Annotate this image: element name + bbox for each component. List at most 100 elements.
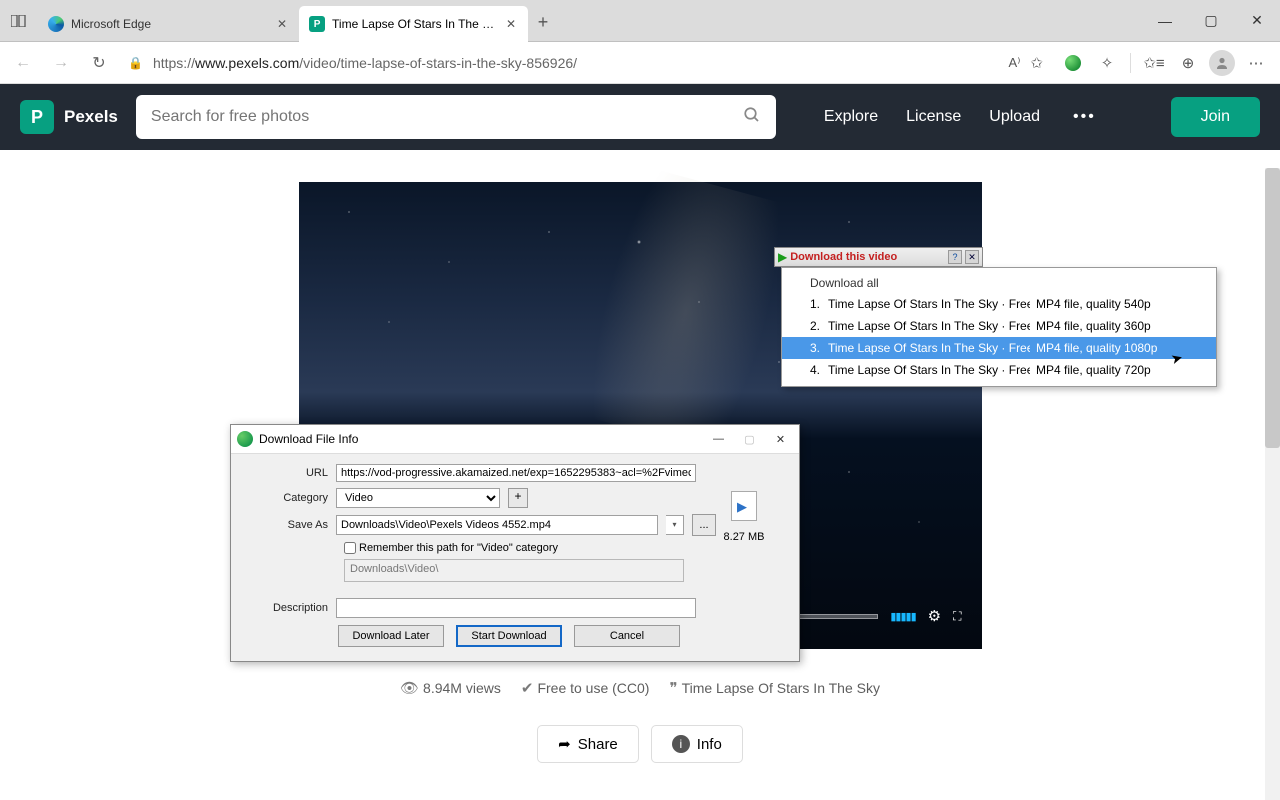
favorites-star-icon[interactable]: ✩	[1030, 54, 1043, 72]
remember-path-label: Remember this path for "Video" category	[359, 542, 558, 554]
tab-close-button[interactable]: ✕	[275, 17, 289, 31]
toolbar-right: ✧ ✩≡ ⊕ ⋯	[1057, 48, 1272, 78]
save-as-input[interactable]	[336, 515, 658, 535]
idm-close-button[interactable]: ✕	[965, 250, 979, 264]
file-preview: 8.27 MB	[717, 491, 771, 543]
idm-app-icon	[237, 431, 253, 447]
join-button[interactable]: Join	[1171, 97, 1260, 137]
dialog-titlebar[interactable]: Download File Info — ▢ ✕	[231, 425, 799, 454]
overflow-menu-button[interactable]: ⋯	[1240, 48, 1272, 78]
quote-icon: ❞	[669, 680, 677, 697]
action-buttons: ➦Share iInfo	[537, 725, 743, 763]
browser-tab-edge[interactable]: Microsoft Edge ✕	[38, 6, 299, 42]
address-bar[interactable]: 🔒 https://www.pexels.com/video/time-laps…	[122, 48, 1049, 78]
scroll-thumb[interactable]	[1265, 168, 1280, 448]
header-nav: Explore License Upload	[824, 108, 1040, 126]
url-label: URL	[243, 467, 328, 479]
url-text: https://www.pexels.com/video/time-lapse-…	[153, 55, 999, 71]
share-button[interactable]: ➦Share	[537, 725, 639, 763]
vertical-scrollbar[interactable]	[1265, 168, 1280, 800]
idm-menu-item[interactable]: 3.Time Lapse Of Stars In The Sky · Free …	[782, 337, 1216, 359]
window-titlebar: Microsoft Edge ✕ P Time Lapse Of Stars I…	[0, 0, 1280, 42]
download-file-info-dialog: Download File Info — ▢ ✕ URL Category Vi…	[230, 424, 800, 662]
description-label: Description	[243, 602, 328, 614]
nav-upload[interactable]: Upload	[989, 108, 1040, 126]
browse-button[interactable]: ...	[692, 514, 716, 536]
pexels-logo[interactable]: P Pexels	[20, 100, 118, 134]
info-icon: i	[672, 735, 690, 753]
idm-download-menu: Download all 1.Time Lapse Of Stars In Th…	[781, 267, 1217, 387]
tab-close-button[interactable]: ✕	[504, 17, 518, 31]
idm-download-bar[interactable]: ▶ Download this video ? ✕	[774, 247, 983, 267]
profile-avatar[interactable]	[1206, 48, 1238, 78]
minimize-button[interactable]: —	[1142, 0, 1188, 41]
save-as-label: Save As	[243, 519, 328, 531]
file-size-text: 8.27 MB	[717, 531, 771, 543]
path-display: Downloads\Video\	[344, 559, 684, 582]
eye-icon: 👁	[400, 680, 419, 697]
page-content: P Pexels Explore License Upload ••• Join…	[0, 84, 1280, 800]
idm-bar-title: Download this video	[790, 251, 945, 263]
dialog-close-button[interactable]: ✕	[768, 433, 793, 446]
nav-license[interactable]: License	[906, 108, 961, 126]
collections-icon[interactable]: ⊕	[1172, 48, 1204, 78]
read-aloud-icon[interactable]: A⁾	[1009, 55, 1021, 71]
add-category-button[interactable]: +	[508, 488, 528, 508]
check-icon: ✔	[521, 680, 534, 697]
idm-extension-icon[interactable]	[1057, 48, 1089, 78]
back-button[interactable]: ←	[8, 48, 38, 78]
video-meta-row: 👁8.94M views ✔Free to use (CC0) ❞Time La…	[400, 679, 880, 697]
maximize-button[interactable]: ▢	[1188, 0, 1234, 41]
info-button[interactable]: iInfo	[651, 725, 743, 763]
pexels-logo-icon: P	[20, 100, 54, 134]
license-stat: ✔Free to use (CC0)	[521, 679, 650, 697]
extensions-icon[interactable]: ✧	[1091, 48, 1123, 78]
tab-actions-button[interactable]	[0, 0, 38, 41]
tab-title: Microsoft Edge	[71, 17, 151, 31]
url-input[interactable]	[336, 464, 696, 482]
cancel-button[interactable]: Cancel	[574, 625, 680, 647]
browser-toolbar: ← → ↻ 🔒 https://www.pexels.com/video/tim…	[0, 42, 1280, 84]
header-more-button[interactable]: •••	[1073, 108, 1096, 126]
download-later-button[interactable]: Download Later	[338, 625, 444, 647]
lock-icon: 🔒	[128, 56, 143, 70]
start-download-button[interactable]: Start Download	[456, 625, 562, 647]
settings-gear-icon[interactable]: ⚙	[928, 607, 941, 625]
save-as-dropdown[interactable]: ▾	[666, 515, 684, 535]
play-icon: ▶	[778, 250, 787, 264]
idm-menu-item[interactable]: 1.Time Lapse Of Stars In The Sky · Free …	[782, 293, 1216, 315]
category-label: Category	[243, 492, 328, 504]
pexels-favicon-icon: P	[309, 16, 325, 32]
share-icon: ➦	[558, 735, 571, 753]
dialog-maximize-button[interactable]: ▢	[737, 433, 762, 446]
description-input[interactable]	[336, 598, 696, 618]
edge-logo-icon	[48, 16, 64, 32]
pexels-header: P Pexels Explore License Upload ••• Join	[0, 84, 1280, 150]
remember-path-checkbox[interactable]	[344, 542, 356, 554]
title-stat: ❞Time Lapse Of Stars In The Sky	[669, 679, 880, 697]
views-stat: 👁8.94M views	[400, 679, 501, 697]
idm-menu-item[interactable]: 4.Time Lapse Of Stars In The Sky · Free …	[782, 359, 1216, 381]
fullscreen-icon[interactable]: ⛶	[953, 609, 961, 624]
close-window-button[interactable]: ✕	[1234, 0, 1280, 41]
refresh-button[interactable]: ↻	[84, 48, 114, 78]
tab-title: Time Lapse Of Stars In The Sky ·	[332, 17, 497, 31]
idm-menu-item[interactable]: 2.Time Lapse Of Stars In The Sky · Free …	[782, 315, 1216, 337]
pexels-logo-text: Pexels	[64, 107, 118, 127]
dialog-minimize-button[interactable]: —	[706, 433, 731, 445]
nav-explore[interactable]: Explore	[824, 108, 878, 126]
search-icon[interactable]	[743, 106, 761, 129]
forward-button[interactable]: →	[46, 48, 76, 78]
dialog-body: URL Category Video + Save As ▾ ... Remem…	[231, 454, 799, 661]
volume-icon[interactable]: ▮▮▮▮▮	[890, 610, 915, 623]
search-box[interactable]	[136, 95, 776, 139]
separator	[1130, 53, 1131, 73]
download-all-item[interactable]: Download all	[782, 273, 1216, 293]
dialog-title-text: Download File Info	[259, 432, 700, 446]
search-input[interactable]	[151, 108, 743, 126]
idm-help-button[interactable]: ?	[948, 250, 962, 264]
category-select[interactable]: Video	[336, 488, 500, 508]
browser-tab-pexels[interactable]: P Time Lapse Of Stars In The Sky · ✕	[299, 6, 528, 42]
new-tab-button[interactable]: +	[528, 4, 558, 41]
favorites-icon[interactable]: ✩≡	[1138, 48, 1170, 78]
